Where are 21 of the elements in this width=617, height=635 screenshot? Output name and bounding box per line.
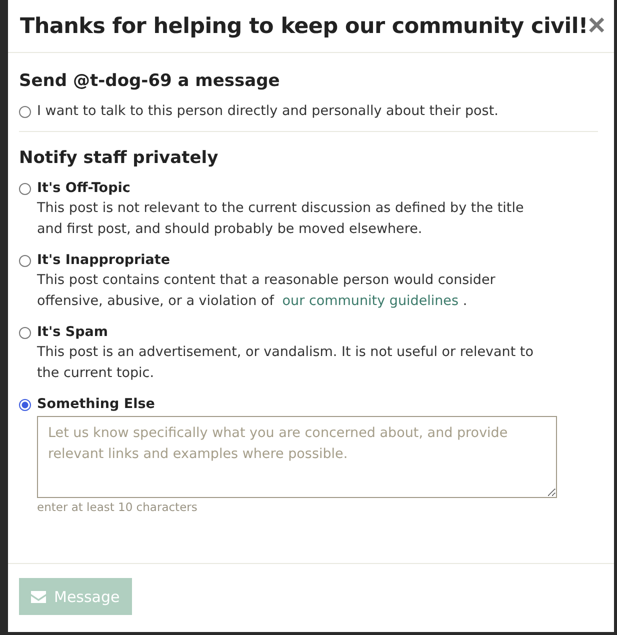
dialog-title: Thanks for helping to keep our community civil!: [20, 14, 588, 38]
section-heading: Notify staff privately: [19, 148, 220, 168]
option-description: This post is not relevant to the current discussion as defined by the title and first post, and should probably be moved elsewhere.: [37, 199, 525, 239]
close-button[interactable]: ×: [588, 11, 606, 41]
option-description: This post is an advertisement, or vandalism. It is not useful or relevant to the current topic.: [37, 343, 534, 383]
option-description: This post contains content that a reasonable person would consider offensive, abusive, or a violation of our community guidelines .: [37, 271, 496, 311]
radio-button[interactable]: [19, 399, 31, 411]
option-title: It's Off-Topic: [37, 180, 132, 196]
details-field[interactable]: Let us know specifically what you are concerned about, and provide relevant links and examples where possible.: [37, 416, 557, 498]
section-heading: Send @t-dog-69 a message: [19, 71, 281, 91]
option-title: Something Else: [37, 396, 156, 412]
option-title: It's Spam: [37, 324, 109, 340]
envelope-icon: [31, 590, 46, 602]
radio-button[interactable]: [19, 183, 31, 195]
hint-text: enter at least 10 characters: [37, 500, 198, 514]
radio-button[interactable]: [19, 327, 31, 339]
option-title: It's Inappropriate: [37, 252, 172, 268]
radio-button[interactable]: [19, 106, 31, 118]
radio-button[interactable]: [19, 255, 31, 267]
guidelines-link[interactable]: our community guidelines: [282, 293, 459, 309]
option-label: I want to talk to this person directly and personally about their post.: [37, 103, 498, 119]
